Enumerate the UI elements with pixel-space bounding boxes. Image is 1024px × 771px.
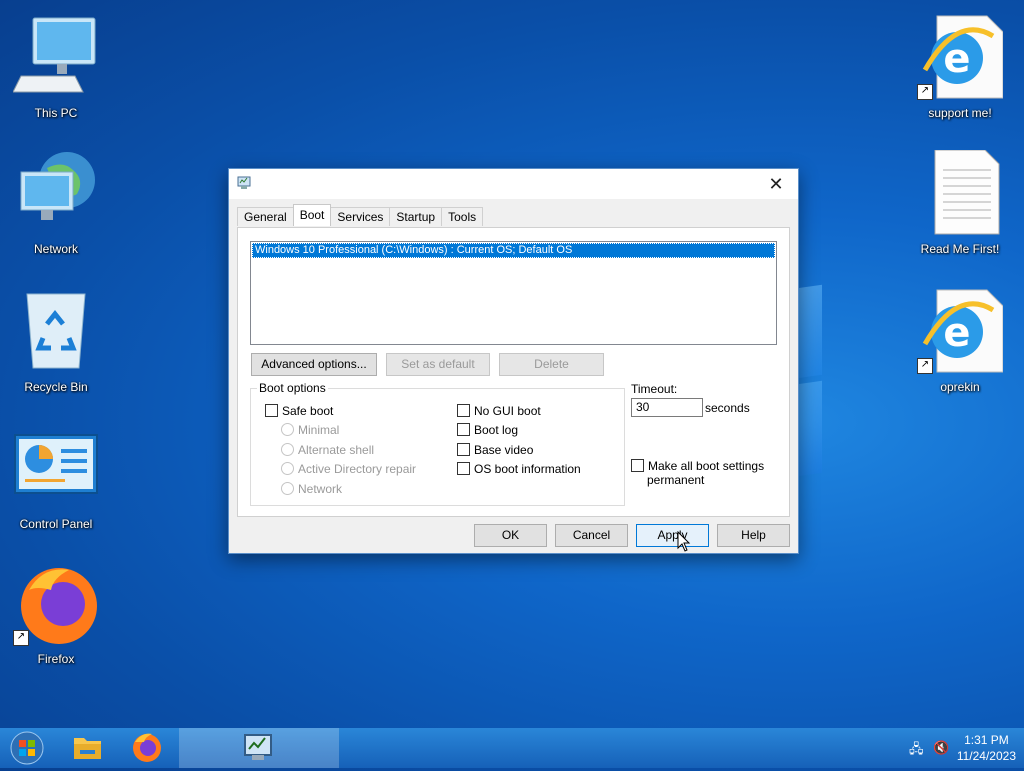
apply-button[interactable]: Apply [636, 524, 709, 547]
desktop-icon-label: Read Me First! [920, 242, 1000, 256]
tab-startup[interactable]: Startup [389, 207, 443, 226]
os-boot-information-checkbox[interactable]: OS boot information [457, 462, 581, 476]
desktop-icon-firefox[interactable]: ↗ Firefox [6, 560, 106, 666]
volume-muted-icon[interactable]: 🔇 [933, 740, 949, 756]
recycle-bin-icon [13, 288, 99, 374]
desktop-icon-label: This PC [34, 106, 78, 120]
desktop-icon-control-panel[interactable]: Control Panel [6, 425, 106, 531]
tab-services[interactable]: Services [330, 207, 391, 226]
checkbox-box [265, 404, 278, 417]
delete-button[interactable]: Delete [499, 353, 604, 376]
taskbar-firefox[interactable] [120, 728, 174, 768]
text-document-icon [917, 149, 1003, 236]
desktop-icon-oprekin[interactable]: e ↗ oprekin [910, 288, 1010, 394]
clock-date: 11/24/2023 [956, 749, 1016, 763]
internet-explorer-icon: e ↗ [917, 14, 1004, 100]
minimal-radio[interactable]: Minimal [281, 423, 339, 437]
folder-icon [74, 738, 101, 759]
advanced-options-button[interactable]: Advanced options... [251, 353, 377, 376]
ok-button[interactable]: OK [474, 524, 547, 547]
firefox-icon: ↗ [13, 560, 99, 646]
desktop-icon-label: Network [33, 242, 78, 256]
timeout-input[interactable]: 30 [631, 398, 703, 417]
desktop-icon-this-pc[interactable]: This PC [6, 14, 106, 120]
shortcut-arrow-icon: ↗ [917, 358, 933, 374]
desktop-icon-network[interactable]: Network [6, 150, 106, 256]
clock-time: 1:31 PM [964, 733, 1009, 747]
taskbar: 🖧 🔇 1:31 PM 11/24/2023 [0, 728, 1024, 768]
taskbar-file-explorer[interactable] [60, 728, 114, 768]
title-bar[interactable]: ✕ [229, 169, 798, 199]
safe-boot-checkbox[interactable]: Safe boot [265, 404, 333, 418]
boot-tab-panel: Windows 10 Professional (C:\Windows) : C… [237, 227, 790, 517]
msconfig-app-icon [244, 734, 272, 760]
network-globe-icon [13, 150, 99, 236]
timeout-unit-label: seconds [705, 401, 750, 415]
msconfig-app-icon [237, 176, 251, 190]
os-list-item[interactable]: Windows 10 Professional (C:\Windows) : C… [252, 243, 775, 258]
desktop-icon-read-me-first[interactable]: Read Me First! [910, 149, 1010, 256]
desktop-icon-recycle-bin[interactable]: Recycle Bin [6, 288, 106, 394]
tab-general[interactable]: General [237, 207, 294, 226]
system-configuration-dialog: ✕ General Boot Services Startup Tools Wi… [228, 168, 799, 554]
firefox-icon [133, 733, 161, 762]
network-status-icon[interactable]: 🖧 [909, 740, 924, 762]
active-directory-repair-radio[interactable]: Active Directory repair [281, 462, 416, 476]
taskbar-system-configuration[interactable] [179, 728, 339, 768]
set-as-default-button[interactable]: Set as default [386, 353, 490, 376]
start-button[interactable] [0, 728, 54, 768]
cancel-button[interactable]: Cancel [555, 524, 628, 547]
os-list[interactable]: Windows 10 Professional (C:\Windows) : C… [250, 241, 777, 345]
tab-strip: General Boot Services Startup Tools [237, 204, 484, 227]
desktop-icon-label: oprekin [940, 380, 980, 394]
desktop-icon-label: Firefox [37, 652, 75, 666]
boot-options-group: Boot options Safe boot Minimal Alternate… [250, 381, 625, 506]
mouse-cursor-icon [677, 531, 691, 552]
make-permanent-checkbox[interactable]: Make all boot settings [631, 459, 764, 473]
internet-explorer-icon: e ↗ [917, 288, 1004, 374]
alternate-shell-radio[interactable]: Alternate shell [281, 443, 374, 457]
clock[interactable]: 1:31 PM 11/24/2023 [957, 732, 1016, 764]
close-button[interactable]: ✕ [754, 169, 798, 199]
shortcut-arrow-icon: ↗ [917, 84, 933, 100]
help-button[interactable]: Help [717, 524, 790, 547]
shortcut-arrow-icon: ↗ [13, 630, 29, 646]
no-gui-boot-checkbox[interactable]: No GUI boot [457, 404, 541, 418]
computer-icon [12, 14, 99, 100]
boot-log-checkbox[interactable]: Boot log [457, 423, 518, 437]
windows-start-orb-icon [10, 731, 44, 765]
desktop-icon-support-me[interactable]: e ↗ support me! [910, 14, 1010, 120]
base-video-checkbox[interactable]: Base video [457, 443, 533, 457]
make-permanent-label-line2: permanent [647, 473, 705, 487]
boot-options-legend: Boot options [257, 381, 328, 395]
desktop-icon-label: Recycle Bin [24, 380, 88, 394]
desktop-icon-label: support me! [928, 106, 992, 120]
tab-tools[interactable]: Tools [441, 207, 484, 226]
timeout-label: Timeout: [631, 382, 678, 396]
tab-boot[interactable]: Boot [292, 204, 332, 226]
network-radio[interactable]: Network [281, 482, 342, 496]
desktop-icon-label: Control Panel [19, 517, 93, 531]
control-panel-icon [13, 425, 99, 511]
